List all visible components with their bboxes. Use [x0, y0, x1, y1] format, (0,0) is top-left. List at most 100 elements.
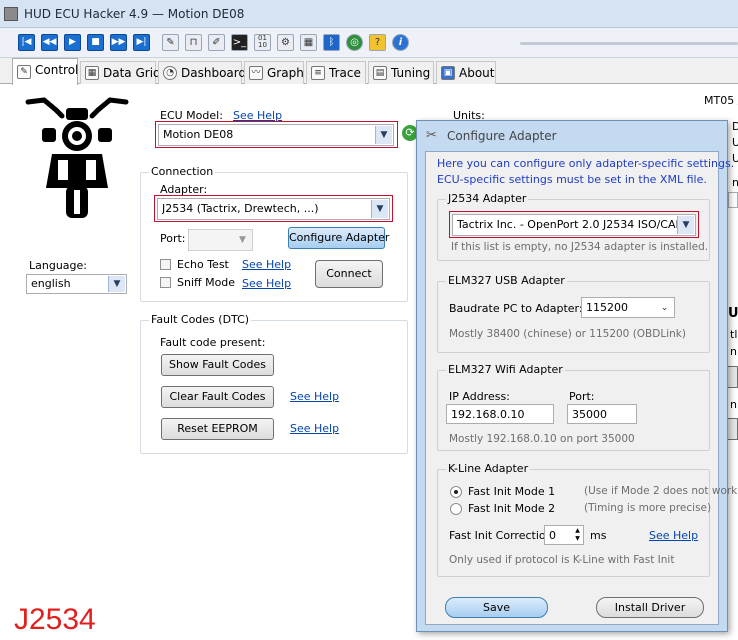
terminal-icon[interactable]: >_	[231, 34, 248, 51]
tab-control[interactable]: ✎ Control	[12, 58, 78, 85]
chevron-down-icon: ▼	[108, 276, 125, 292]
install-driver-button[interactable]: Install Driver	[596, 597, 704, 618]
partial-ni: ni	[730, 345, 738, 358]
j2534-caption: J2534	[14, 603, 96, 636]
baudrate-select[interactable]: 115200 ⌄	[581, 297, 675, 318]
sniff-mode-see-help-link[interactable]: See Help	[242, 277, 291, 290]
first-icon[interactable]: |◀	[18, 34, 35, 51]
reset-eeprom-button[interactable]: Reset EEPROM	[161, 418, 274, 440]
tab-data-grid[interactable]: ▦ Data Grid	[80, 61, 161, 84]
fast-init-mode2-label: Fast Init Mode 2	[468, 502, 556, 515]
tab-dashboard[interactable]: ◔ Dashboard	[158, 61, 246, 84]
echo-test-see-help-link[interactable]: See Help	[242, 258, 291, 271]
fault-present-label: Fault code present:	[160, 336, 266, 349]
kline-see-help-link[interactable]: See Help	[649, 529, 698, 542]
fault-codes-title: Fault Codes (DTC)	[149, 313, 252, 326]
adapter-select[interactable]: J2534 (Tactrix, Drewtech, ...) ▼	[157, 198, 390, 220]
sniff-mode-checkbox[interactable]	[160, 277, 171, 288]
rewind-icon[interactable]: ◀◀	[41, 34, 58, 51]
app-icon	[4, 7, 18, 21]
dialog-body: Here you can configure only adapter-spec…	[425, 151, 738, 625]
language-select[interactable]: english ▼	[26, 274, 127, 294]
last-icon[interactable]: ▶|	[133, 34, 150, 51]
dialog-intro-line2: ECU-specific settings must be set in the…	[437, 173, 707, 186]
tab-tuning[interactable]: ▤ Tuning	[368, 61, 434, 84]
globe-icon[interactable]: ◎	[346, 34, 363, 51]
tools-icon: ✂	[426, 128, 437, 143]
clear-fault-codes-button[interactable]: Clear Fault Codes	[161, 386, 274, 408]
port-label: Port:	[160, 232, 186, 245]
bluetooth-icon[interactable]: ᛒ	[323, 34, 340, 51]
fast-forward-icon[interactable]: ▶▶	[110, 34, 127, 51]
fast-init-correction-label: Fast Init Correction	[449, 529, 553, 542]
partial-n: n	[730, 398, 737, 411]
elm-wifi-group-title: ELM327 Wifi Adapter	[446, 363, 565, 376]
save-button[interactable]: Save	[445, 597, 548, 618]
unit-d-label: D	[732, 120, 738, 133]
help-icon[interactable]: ?	[369, 34, 386, 51]
sniff-mode-label: Sniff Mode	[177, 276, 236, 289]
elm-usb-group-title: ELM327 USB Adapter	[446, 274, 567, 287]
list-icon: ≡	[311, 66, 325, 80]
grid-icon: ▦	[85, 66, 99, 80]
kline-group-title: K-Line Adapter	[446, 462, 531, 475]
info-icon[interactable]: i	[392, 34, 409, 51]
dialog-title: Configure Adapter	[447, 129, 557, 143]
wrench-icon[interactable]: ✎	[162, 34, 179, 51]
ecu-model-select[interactable]: Motion DE08 ▼	[158, 124, 394, 146]
play-icon[interactable]: ▶	[64, 34, 81, 51]
connect-button[interactable]: Connect	[315, 260, 383, 288]
oscilloscope-icon[interactable]: ⊓	[185, 34, 202, 51]
fast-init-mode1-radio[interactable]	[450, 486, 462, 498]
unit-n-label: n	[732, 176, 738, 189]
language-label: Language:	[29, 259, 87, 272]
reset-eeprom-see-help-link[interactable]: See Help	[290, 422, 339, 435]
mt05-title: MT05 /	[704, 94, 738, 107]
toolbar: |◀ ◀◀ ▶ ■ ▶▶ ▶| ✎ ⊓ ✐ >_ 01 10 ⚙ ▦ ᛒ ◎ ?…	[0, 28, 738, 58]
elm-usb-hint: Mostly 38400 (chinese) or 115200 (OBDLin…	[449, 328, 686, 340]
toolbar-slider-track[interactable]	[520, 42, 738, 45]
partial-tl: tl	[730, 328, 738, 341]
baudrate-label: Baudrate PC to Adapter:	[449, 302, 583, 315]
chevron-down-icon: ▼	[239, 235, 246, 245]
fast-init-mode1-note: (Use if Mode 2 does not work)	[584, 485, 738, 497]
ip-address-input[interactable]: 192.168.0.10	[446, 404, 554, 424]
tab-strip: ✎ Control ▦ Data Grid ◔ Dashboard 〰 Graph ≡ T…	[0, 58, 738, 85]
chevron-down-icon: ▼	[371, 200, 388, 218]
ip-address-label: IP Address:	[449, 390, 510, 403]
adapter-icon[interactable]: ⚙	[277, 34, 294, 51]
chevron-down-icon: ▼	[677, 216, 694, 234]
probe-icon[interactable]: ✐	[208, 34, 225, 51]
wifi-port-label: Port:	[569, 390, 595, 403]
title-bar: HUD ECU Hacker 4.9 — Motion DE08	[0, 0, 738, 28]
wrench-icon: ✎	[17, 65, 31, 79]
counter-icon[interactable]: 01 10	[254, 34, 271, 51]
j2534-hint: If this list is empty, no J2534 adapter …	[451, 241, 709, 253]
tab-graph[interactable]: 〰 Graph	[244, 61, 304, 84]
about-icon: ▣	[441, 66, 455, 80]
j2534-group-title: J2534 Adapter	[446, 192, 529, 205]
show-fault-codes-button[interactable]: Show Fault Codes	[161, 354, 274, 376]
fast-init-mode2-radio[interactable]	[450, 503, 462, 515]
window-title: HUD ECU Hacker 4.9 — Motion DE08	[24, 7, 245, 21]
partial-heading: U	[728, 306, 738, 321]
j2534-adapter-select[interactable]: Tactrix Inc. - OpenPort 2.0 J2534 ISO/CA…	[452, 214, 696, 236]
port-select[interactable]: ▼	[188, 229, 253, 251]
partial-field[interactable]	[728, 192, 738, 208]
kline-hint: Only used if protocol is K-Line with Fas…	[449, 554, 675, 566]
table-icon: ▤	[373, 66, 387, 80]
stop-icon[interactable]: ■	[87, 34, 104, 51]
fast-init-correction-stepper[interactable]: 0 ▲ ▼	[544, 525, 584, 545]
ms-label: ms	[590, 529, 607, 542]
chevron-down-icon: ▼	[375, 126, 392, 144]
motorcycle-logo	[25, 97, 129, 218]
tab-trace[interactable]: ≡ Trace	[306, 61, 366, 84]
configure-adapter-button[interactable]: Configure Adapter	[288, 227, 389, 249]
tab-about[interactable]: ▣ About	[436, 61, 496, 84]
echo-test-checkbox[interactable]	[160, 259, 171, 270]
chip-icon[interactable]: ▦	[300, 34, 317, 51]
spin-arrows-icon[interactable]: ▲ ▼	[573, 527, 582, 543]
clear-fault-see-help-link[interactable]: See Help	[290, 390, 339, 403]
wifi-port-input[interactable]: 35000	[567, 404, 637, 424]
dialog-intro-line1: Here you can configure only adapter-spec…	[437, 157, 735, 170]
